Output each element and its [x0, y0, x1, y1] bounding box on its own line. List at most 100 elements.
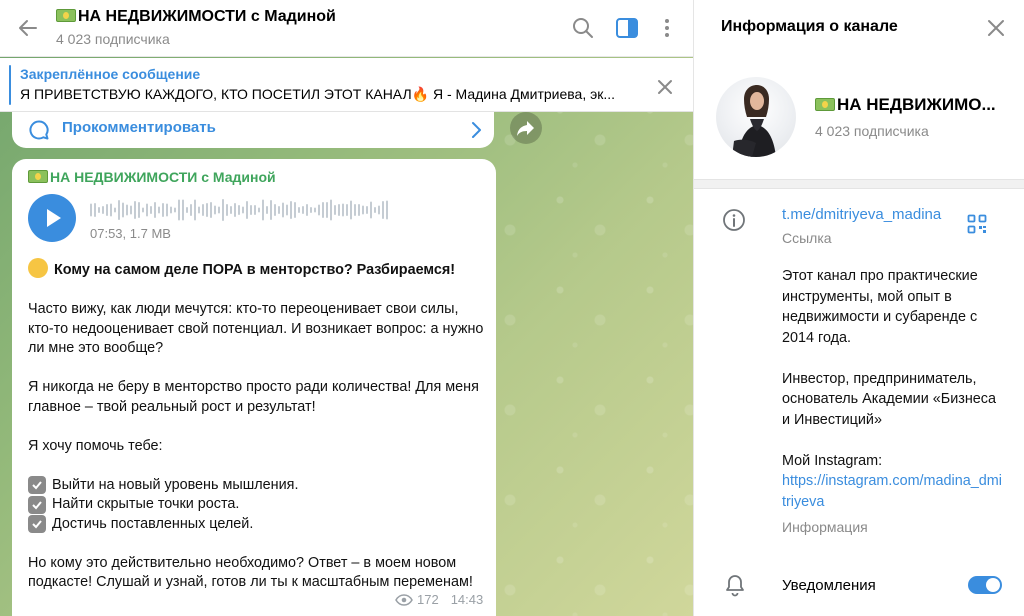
checklist-item: Найти скрытые точки роста.	[28, 495, 486, 515]
play-button[interactable]	[28, 194, 76, 242]
waveform-bar	[306, 204, 308, 216]
waveform-bar	[170, 206, 172, 214]
waveform-bar	[202, 204, 204, 216]
waveform-bar	[286, 204, 288, 216]
comment-button[interactable]: Прокомментировать	[12, 112, 494, 148]
toggle-knob	[986, 578, 1000, 592]
waveform-bar	[386, 200, 388, 220]
description-label: Информация	[782, 519, 868, 535]
post-text: Кому на самом деле ПОРА в менторство? Ра…	[28, 258, 486, 612]
waveform-bar	[246, 201, 248, 219]
thinking-face-icon	[28, 258, 48, 278]
channel-info-panel: Информация о канале НА НЕДВИЖИМО... 4 02…	[693, 0, 1024, 616]
panel-title: Информация о канале	[721, 18, 898, 35]
waveform-bar	[110, 203, 112, 217]
post-paragraph: Часто вижу, как люди мечутся: кто-то пер…	[28, 301, 484, 356]
waveform-bar	[334, 205, 336, 215]
voice-duration-size: 07:53, 1.7 MB	[90, 226, 171, 241]
waveform-bar	[310, 207, 312, 213]
waveform-bar	[318, 204, 320, 216]
more-vertical-icon[interactable]	[654, 15, 680, 41]
waveform-bar	[222, 199, 224, 221]
channel-subscribers: 4 023 подписчика	[815, 123, 929, 139]
waveform-bar	[142, 207, 144, 213]
channel-link[interactable]: t.me/dmitriyeva_madina	[782, 206, 941, 223]
channel-name[interactable]: НА НЕДВИЖИМО...	[815, 95, 996, 115]
waveform-bar	[162, 203, 164, 217]
waveform-bar	[150, 206, 152, 214]
forward-button[interactable]	[510, 112, 542, 144]
chat-subscribers: 4 023 подписчика	[56, 31, 170, 47]
post-paragraph: Я никогда не беру в менторство просто ра…	[28, 379, 479, 415]
waveform-bar	[106, 204, 108, 216]
info-icon	[723, 209, 745, 231]
avatar[interactable]	[716, 77, 796, 157]
chat-title[interactable]: НА НЕДВИЖИМОСТИ с Мадиной	[56, 8, 336, 26]
waveform-bar	[254, 205, 256, 215]
post-paragraph: Но кому это действительно необходимо? От…	[28, 554, 473, 591]
description-paragraph: Мой Instagram:	[782, 452, 883, 469]
close-icon[interactable]	[986, 18, 1006, 38]
back-arrow-icon[interactable]	[14, 14, 42, 42]
pinned-text: Я ПРИВЕТСТВУЮ КАЖДОГО, КТО ПОСЕТИЛ ЭТОТ …	[20, 86, 616, 102]
notifications-toggle[interactable]	[968, 576, 1002, 594]
waveform-bar	[206, 203, 208, 217]
channel-post: НА НЕДВИЖИМОСТИ с Мадиной 07:53, 1.7 MB …	[12, 159, 496, 616]
waveform-bar	[330, 199, 332, 221]
waveform-bar	[322, 202, 324, 218]
pinned-message[interactable]: Закреплённое сообщение Я ПРИВЕТСТВУЮ КАЖ…	[0, 58, 693, 112]
waveform-bar	[190, 204, 192, 216]
waveform-bar	[358, 204, 360, 216]
post-time: 14:43	[450, 592, 484, 607]
link-label: Ссылка	[782, 230, 832, 246]
check-mark-icon	[28, 515, 46, 534]
waveform-bar	[274, 204, 276, 216]
waveform-bar	[238, 205, 240, 215]
waveform-bar	[350, 200, 352, 220]
waveform-bar	[366, 206, 368, 214]
waveform-bar	[198, 206, 200, 214]
pinned-indicator	[9, 65, 11, 105]
chevron-right-icon	[472, 122, 481, 138]
sidebar-toggle-icon[interactable]	[614, 15, 640, 41]
check-mark-icon	[28, 495, 46, 514]
waveform-bar	[230, 206, 232, 214]
waveform-bar	[114, 207, 116, 213]
waveform-bar	[382, 201, 384, 219]
waveform-bar	[342, 203, 344, 217]
waveform-bar	[134, 201, 136, 219]
chat-area: НА НЕДВИЖИМОСТИ с Мадиной 4 023 подписчи…	[0, 0, 693, 616]
waveform-bar	[378, 205, 380, 215]
waveform-bar	[194, 199, 196, 221]
waveform-bar	[258, 207, 260, 213]
waveform-bar	[270, 200, 272, 220]
section-divider	[694, 179, 1024, 189]
check-mark-icon	[28, 476, 46, 495]
waveform-bar	[158, 206, 160, 214]
waveform-bar	[362, 205, 364, 215]
waveform-bar	[182, 199, 184, 221]
waveform-bar	[138, 202, 140, 218]
waveform-bar	[374, 207, 376, 213]
close-pinned-icon[interactable]	[655, 77, 675, 97]
waveform-bar	[186, 207, 188, 213]
waveform-bar	[90, 203, 92, 217]
post-author[interactable]: НА НЕДВИЖИМОСТИ с Мадиной	[28, 169, 276, 185]
waveform-bar	[126, 204, 128, 216]
waveform-bar	[226, 204, 228, 216]
waveform-bar	[266, 206, 268, 214]
waveform-bar	[298, 207, 300, 213]
qr-code-icon[interactable]	[967, 214, 987, 234]
waveform-bar	[314, 207, 316, 213]
search-icon[interactable]	[570, 15, 596, 41]
description-paragraph: Инвестор, предприниматель, основатель Ак…	[782, 370, 996, 428]
waveform-bar	[262, 199, 264, 221]
instagram-link[interactable]: https://instagram.com/madina_dmitriyeva	[782, 471, 1002, 512]
waveform-bar	[326, 202, 328, 218]
waveform-bar	[354, 204, 356, 216]
voice-waveform[interactable]	[90, 197, 390, 223]
money-emoji-icon	[815, 98, 835, 111]
money-emoji-icon	[28, 170, 48, 183]
bell-icon	[726, 575, 744, 597]
waveform-bar	[146, 203, 148, 217]
